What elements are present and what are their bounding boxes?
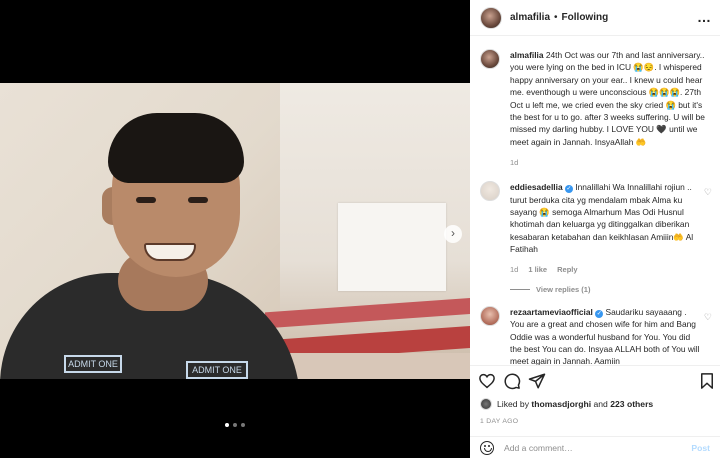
chevron-right-icon: ›	[451, 226, 455, 240]
post-date[interactable]: 1 DAY AGO	[480, 418, 518, 425]
carousel-dot	[233, 423, 237, 427]
comment-input[interactable]	[504, 442, 674, 453]
comment-time[interactable]: 1d	[510, 265, 518, 274]
likes-conj: and	[593, 399, 608, 409]
post-photo[interactable]: ADMIT ONE ADMIT ONE	[0, 83, 470, 379]
comments-list[interactable]: almafilia 24th Oct was our 7th and last …	[470, 37, 720, 365]
comment: rezaartameviaofficial ✓ Saudariku sayaaa…	[480, 305, 712, 365]
comment-like-count[interactable]: 1 like	[528, 265, 547, 274]
comment-text: 24th Oct was our 7th and last anniversar…	[510, 50, 705, 147]
liker-username[interactable]: thomasdjorghi	[531, 399, 591, 409]
comment-text: Innalillahi Wa Innalillahi rojiun .. tur…	[510, 182, 694, 255]
likes-prefix: Liked by	[497, 399, 530, 409]
carousel-dot	[225, 423, 229, 427]
likes-summary: Liked by thomasdjorghi and 223 others	[480, 398, 653, 410]
divider-line	[510, 288, 530, 290]
carousel-dot	[241, 423, 245, 427]
comment-time[interactable]: 1d	[510, 158, 518, 167]
next-image-button[interactable]: ›	[444, 225, 462, 243]
separator-dot: •	[554, 12, 558, 23]
photo-hair	[108, 113, 244, 183]
post-side-panel: almafilia • Following … almafilia 24th O…	[470, 0, 720, 458]
bookmark-icon[interactable]	[698, 372, 716, 390]
comment-like-heart-icon[interactable]: ♡	[704, 187, 712, 198]
comment-username[interactable]: eddiesadellia	[510, 182, 563, 192]
post-header: almafilia • Following …	[470, 0, 720, 36]
post-comment-button[interactable]: Post	[691, 443, 710, 453]
post-author-username[interactable]: almafilia	[510, 12, 550, 23]
heart-icon[interactable]	[478, 372, 496, 390]
view-replies-button[interactable]: View replies (1)	[510, 285, 702, 294]
photo-whiteboard	[338, 203, 446, 291]
comment: eddiesadellia ✓ Innalillahi Wa Innalilla…	[480, 181, 712, 294]
comment-username[interactable]: rezaartameviaofficial	[510, 307, 593, 317]
shirt-print: ADMIT ONE	[186, 361, 248, 379]
view-replies-label: View replies (1)	[536, 284, 591, 294]
caption-comment: almafilia 24th Oct was our 7th and last …	[480, 49, 710, 167]
post-media-panel: ADMIT ONE ADMIT ONE ›	[0, 0, 470, 458]
more-options-icon[interactable]: …	[697, 9, 712, 25]
action-bar	[470, 365, 720, 395]
shirt-print: ADMIT ONE	[64, 355, 122, 373]
verified-badge-icon: ✓	[595, 309, 604, 318]
avatar[interactable]	[480, 6, 502, 29]
carousel-dots	[225, 423, 245, 427]
avatar[interactable]	[480, 49, 500, 69]
avatar[interactable]	[480, 398, 492, 410]
share-icon[interactable]	[528, 372, 546, 390]
comment-like-heart-icon[interactable]: ♡	[704, 312, 712, 323]
following-button[interactable]: Following	[562, 12, 609, 23]
likes-others[interactable]: 223 others	[610, 399, 653, 409]
add-comment-bar: Post	[470, 436, 720, 458]
avatar[interactable]	[480, 305, 500, 326]
verified-badge-icon: ✓	[564, 185, 573, 194]
avatar[interactable]	[480, 181, 500, 202]
reply-button[interactable]: Reply	[557, 265, 577, 274]
comment-icon[interactable]	[503, 372, 521, 390]
photo-eye	[136, 197, 156, 203]
photo-eye	[188, 197, 208, 203]
photo-mouth	[144, 243, 196, 261]
emoji-icon[interactable]	[480, 440, 494, 455]
comment-username[interactable]: almafilia	[510, 50, 544, 60]
